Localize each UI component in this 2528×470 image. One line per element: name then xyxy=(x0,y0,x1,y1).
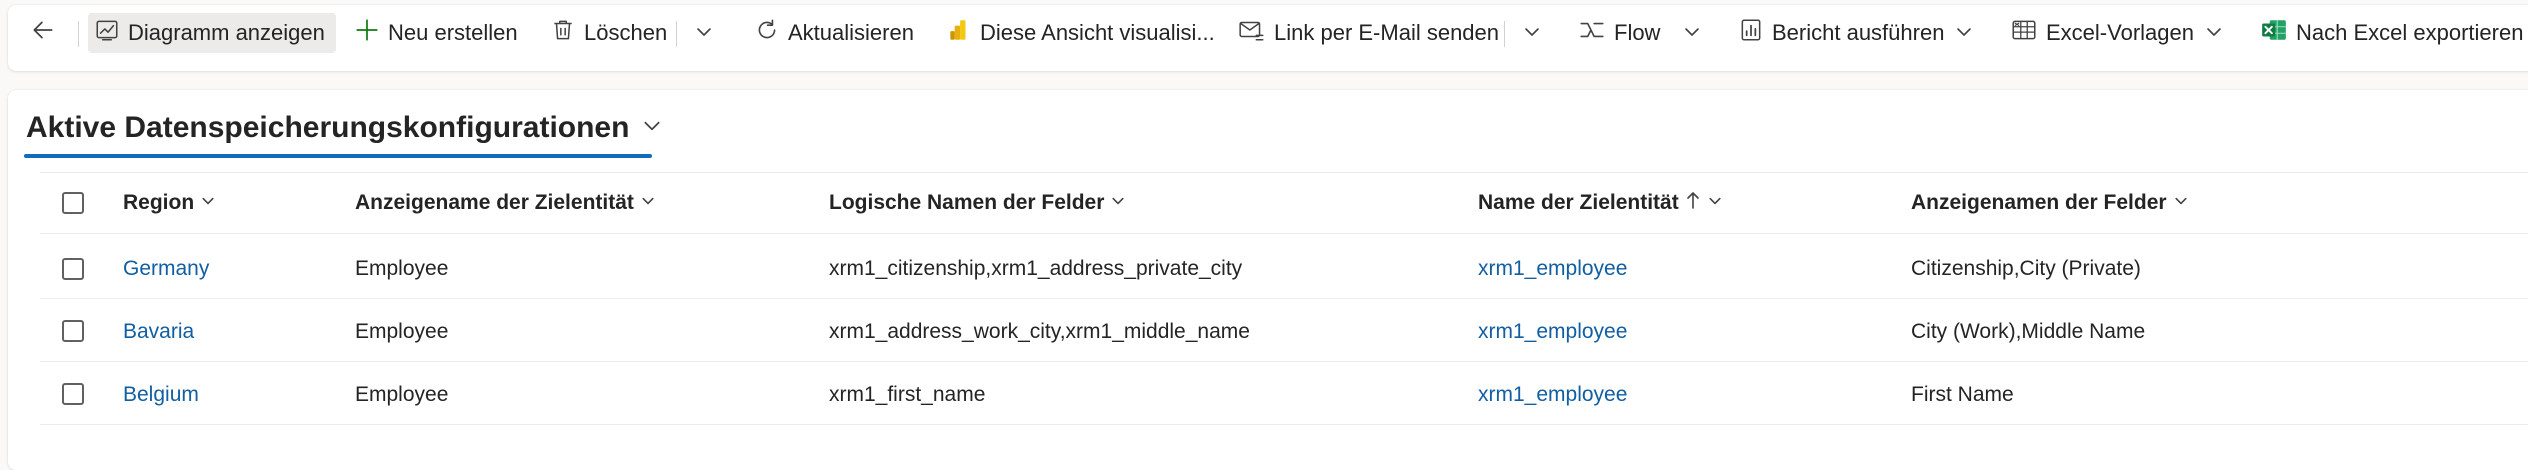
plus-icon xyxy=(354,17,380,49)
column-header-field-logical-names[interactable]: Logische Namen der Felder xyxy=(829,187,1126,219)
back-button[interactable] xyxy=(24,13,62,53)
separator xyxy=(78,21,79,47)
new-button[interactable]: Neu erstellen xyxy=(348,13,524,53)
refresh-icon xyxy=(754,17,780,49)
region-link[interactable]: Germany xyxy=(123,253,209,285)
email-link-icon xyxy=(1238,17,1266,49)
email-link-label: Link per E-Mail senden xyxy=(1274,20,1500,45)
power-bi-icon xyxy=(946,17,972,49)
excel-template-icon xyxy=(2010,17,2038,49)
trash-icon xyxy=(550,17,576,49)
view-selector-underline xyxy=(24,154,652,158)
excel-templates-chevron[interactable] xyxy=(2202,22,2226,46)
divider xyxy=(40,424,2528,425)
field-logical-names-cell: xrm1_address_work_city,xrm1_middle_name xyxy=(829,320,1250,343)
field-display-names-cell: City (Work),Middle Name xyxy=(1911,320,2146,343)
excel-templates-label: Excel-Vorlagen xyxy=(2046,20,2194,45)
column-header-target-entity-name[interactable]: Name der Zielentität xyxy=(1478,187,1723,219)
chevron-down-icon xyxy=(2173,191,2189,215)
column-header-label: Region xyxy=(123,191,195,214)
export-to-excel-button[interactable]: Nach Excel exportieren xyxy=(2254,13,2528,53)
refresh-label: Aktualisieren xyxy=(788,20,914,45)
chevron-down-icon xyxy=(640,191,656,215)
refresh-button[interactable]: Aktualisieren xyxy=(748,13,920,53)
more-commands-chevron[interactable] xyxy=(1520,22,1544,46)
target-entity-display-name-cell: Employee xyxy=(355,383,449,406)
chevron-down-icon xyxy=(1707,191,1723,215)
excel-icon xyxy=(2260,17,2288,49)
target-entity-link[interactable]: xrm1_employee xyxy=(1478,316,1627,348)
flow-icon xyxy=(1578,17,1606,49)
more-commands-chevron[interactable] xyxy=(692,22,716,46)
chevron-down-icon xyxy=(1110,191,1126,215)
run-report-button[interactable]: Bericht ausführen xyxy=(1732,13,1950,53)
divider xyxy=(40,233,2528,234)
chevron-down-icon xyxy=(200,191,216,215)
report-icon xyxy=(1738,17,1764,49)
region-link[interactable]: Bavaria xyxy=(123,316,194,348)
show-chart-button[interactable]: Diagramm anzeigen xyxy=(88,13,336,53)
separator xyxy=(1504,21,1505,47)
email-link-button[interactable]: Link per E-Mail senden xyxy=(1232,13,1505,53)
column-header-field-display-names[interactable]: Anzeigenamen der Felder xyxy=(1911,187,2189,219)
new-label: Neu erstellen xyxy=(388,20,518,45)
divider xyxy=(40,172,2528,173)
column-header-label: Anzeigenamen der Felder xyxy=(1911,191,2167,214)
field-display-names-cell: Citizenship,City (Private) xyxy=(1911,257,2141,280)
target-entity-link[interactable]: xrm1_employee xyxy=(1478,253,1627,285)
excel-templates-button[interactable]: Excel-Vorlagen xyxy=(2004,13,2200,53)
view-title: Aktive Datenspeicherungskonfigurationen xyxy=(26,111,630,144)
divider xyxy=(40,298,2528,299)
column-header-target-entity-display-name[interactable]: Anzeigename der Zielentität xyxy=(355,187,656,219)
column-header-label: Name der Zielentität xyxy=(1478,191,1679,214)
run-report-chevron[interactable] xyxy=(1952,22,1976,46)
visualize-view-label: Diese Ansicht visualisi... xyxy=(980,20,1215,45)
flow-button[interactable]: Flow xyxy=(1572,13,1666,53)
view-selector[interactable]: Aktive Datenspeicherungskonfigurationen xyxy=(26,106,663,150)
row-select-checkbox[interactable] xyxy=(62,320,84,342)
target-entity-link[interactable]: xrm1_employee xyxy=(1478,379,1627,411)
row-select-checkbox[interactable] xyxy=(62,258,84,280)
delete-label: Löschen xyxy=(584,20,668,45)
column-header-region[interactable]: Region xyxy=(123,187,216,219)
flow-chevron[interactable] xyxy=(1680,22,1704,46)
chevron-down-icon xyxy=(1682,22,1702,47)
chevron-down-icon xyxy=(694,22,714,47)
show-chart-label: Diagramm anzeigen xyxy=(128,20,325,45)
delete-button[interactable]: Löschen xyxy=(544,13,673,53)
arrow-left-icon xyxy=(30,17,56,49)
field-logical-names-cell: xrm1_citizenship,xrm1_address_private_ci… xyxy=(829,257,1243,280)
separator xyxy=(676,21,677,47)
row-select-checkbox[interactable] xyxy=(62,383,84,405)
target-entity-display-name-cell: Employee xyxy=(355,320,449,343)
chevron-down-icon xyxy=(1522,22,1542,47)
chevron-down-icon xyxy=(641,111,663,145)
export-to-excel-label: Nach Excel exportieren xyxy=(2296,20,2524,45)
field-display-names-cell: First Name xyxy=(1911,383,2014,406)
column-header-label: Anzeigename der Zielentität xyxy=(355,191,634,214)
run-report-label: Bericht ausführen xyxy=(1772,20,1945,45)
flow-label: Flow xyxy=(1614,20,1661,45)
chevron-down-icon xyxy=(1954,22,1974,47)
chart-icon xyxy=(94,17,120,49)
target-entity-display-name-cell: Employee xyxy=(355,257,449,280)
column-header-label: Logische Namen der Felder xyxy=(829,191,1105,214)
visualize-view-button[interactable]: Diese Ansicht visualisi... xyxy=(940,13,1221,53)
chevron-down-icon xyxy=(2204,22,2224,47)
divider xyxy=(40,361,2528,362)
field-logical-names-cell: xrm1_first_name xyxy=(829,383,986,406)
region-link[interactable]: Belgium xyxy=(123,379,199,411)
select-all-checkbox[interactable] xyxy=(62,192,84,214)
sort-ascending-icon xyxy=(1685,190,1701,216)
